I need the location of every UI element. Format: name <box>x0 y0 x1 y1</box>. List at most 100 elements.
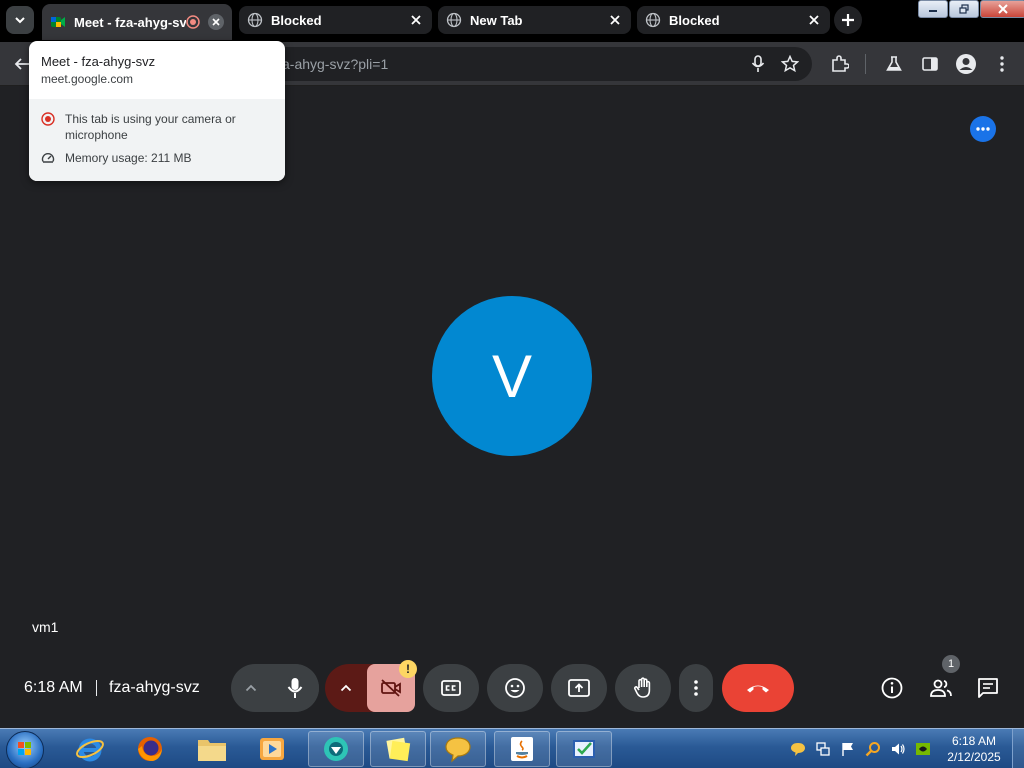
horizontal-dots-icon <box>976 127 990 131</box>
raise-hand-button[interactable] <box>615 664 671 712</box>
close-tab-button[interactable] <box>806 12 822 28</box>
search-icon[interactable] <box>865 741 881 757</box>
close-tab-button[interactable] <box>408 12 424 28</box>
camera-notice-row: This tab is using your camera or microph… <box>41 111 273 143</box>
taskbar-system-app[interactable] <box>556 731 612 767</box>
labs-button[interactable] <box>882 52 906 76</box>
taskbar-internet-explorer[interactable] <box>62 731 118 767</box>
volume-icon[interactable] <box>890 741 906 757</box>
meeting-details-button[interactable] <box>880 676 904 700</box>
present-screen-button[interactable] <box>551 664 607 712</box>
people-button[interactable] <box>928 676 954 700</box>
system-clock[interactable]: 6:18 AM 2/12/2025 <box>940 733 1008 765</box>
close-tab-button[interactable] <box>208 14 224 30</box>
flask-icon <box>886 56 902 71</box>
google-meet-icon <box>51 17 65 27</box>
plus-icon <box>842 14 854 26</box>
meeting-time: 6:18 AM <box>24 679 83 696</box>
close-icon <box>411 15 421 25</box>
camera-off-icon <box>381 679 401 697</box>
close-icon <box>212 18 220 26</box>
profile-button[interactable] <box>954 52 978 76</box>
microphone-icon <box>751 55 765 72</box>
toolbar-divider <box>865 54 866 74</box>
tab-new-tab[interactable]: New Tab <box>438 6 631 34</box>
flag-icon[interactable] <box>840 741 856 757</box>
address-bar-url: a-ahyg-svz?pli=1 <box>282 56 389 72</box>
chrome-menu-button[interactable] <box>990 52 1014 76</box>
tab-meet[interactable]: Meet - fza-ahyg-svz <box>42 4 232 40</box>
start-button[interactable] <box>6 731 44 768</box>
checklist-app-icon <box>573 740 595 758</box>
gauge-icon <box>41 153 55 163</box>
audio-settings-button[interactable] <box>231 664 271 712</box>
close-window-button[interactable] <box>980 0 1024 18</box>
tab-blocked-1[interactable]: Blocked <box>239 6 432 34</box>
memory-usage-row: Memory usage: 211 MB <box>41 150 273 166</box>
firefox-icon <box>138 737 162 761</box>
participant-count-badge: 1 <box>942 655 960 673</box>
windows-taskbar: 6:18 AM 2/12/2025 <box>0 728 1024 768</box>
chat-button[interactable] <box>976 676 1000 700</box>
close-icon <box>998 4 1008 14</box>
tab-hover-card: Meet - fza-ahyg-svz meet.google.com This… <box>29 41 285 181</box>
close-icon <box>809 15 819 25</box>
more-options-button[interactable] <box>679 664 713 712</box>
taskbar-sticky-notes[interactable] <box>370 731 426 767</box>
meeting-more-options-button[interactable] <box>970 116 996 142</box>
nvidia-icon[interactable] <box>915 741 931 757</box>
minimize-icon <box>929 10 937 12</box>
windows-logo-icon <box>18 742 31 755</box>
camera-warning-badge: ! <box>399 660 417 678</box>
side-panel-button[interactable] <box>918 52 942 76</box>
puzzle-icon <box>832 55 849 72</box>
microphone-control-group <box>231 664 319 712</box>
taskbar-media-player[interactable] <box>244 731 300 767</box>
java-icon <box>511 737 533 761</box>
taskbar-file-explorer[interactable] <box>184 731 240 767</box>
memory-usage-text: Memory usage: 211 MB <box>65 151 192 165</box>
video-settings-button[interactable] <box>325 664 367 712</box>
close-tab-button[interactable] <box>607 12 623 28</box>
bar-divider <box>96 680 97 696</box>
star-icon <box>781 55 799 73</box>
taskbar-firefox[interactable] <box>122 731 178 767</box>
tab-title: Meet - fza-ahyg-svz <box>74 14 186 30</box>
system-tray <box>790 735 940 763</box>
vertical-dots-icon <box>694 680 698 696</box>
chevron-up-icon <box>245 684 257 692</box>
microphone-status-button[interactable] <box>746 52 770 76</box>
bookmark-button[interactable] <box>778 52 802 76</box>
info-icon <box>881 677 903 699</box>
hover-card-title: Meet - fza-ahyg-svz <box>41 54 156 69</box>
speech-bubble-icon <box>445 737 471 763</box>
end-call-icon <box>747 685 769 693</box>
meeting-code: fza-ahyg-svz <box>109 679 200 696</box>
captions-button[interactable] <box>423 664 479 712</box>
recording-indicator-icon <box>186 15 200 29</box>
leave-call-button[interactable] <box>722 664 794 712</box>
emoji-icon <box>505 678 525 698</box>
side-panel-icon <box>922 57 938 71</box>
extensions-button[interactable] <box>828 52 852 76</box>
tab-search-button[interactable] <box>6 6 34 34</box>
taskbar-chat-app[interactable] <box>430 731 486 767</box>
network-icon[interactable] <box>815 741 831 757</box>
hover-card-domain: meet.google.com <box>41 72 134 86</box>
taskbar-chrome-app[interactable] <box>308 731 364 767</box>
minimize-window-button[interactable] <box>918 0 948 18</box>
participant-name: vm1 <box>32 619 59 635</box>
taskbar-java[interactable] <box>494 731 550 767</box>
tab-blocked-2[interactable]: Blocked <box>637 6 830 34</box>
new-tab-button[interactable] <box>834 6 862 34</box>
sticky-notes-icon <box>386 737 411 762</box>
reactions-button[interactable] <box>487 664 543 712</box>
tab-strip: Meet - fza-ahyg-svz Blocked New Tab Bloc… <box>0 0 1024 42</box>
show-desktop-button[interactable] <box>1012 729 1024 768</box>
chat-tray-icon[interactable] <box>790 741 806 757</box>
tab-title: Blocked <box>271 12 322 28</box>
globe-icon <box>645 12 661 28</box>
restore-window-button[interactable] <box>949 0 979 18</box>
microphone-toggle-button[interactable] <box>271 664 319 712</box>
chevron-down-icon <box>15 17 25 24</box>
